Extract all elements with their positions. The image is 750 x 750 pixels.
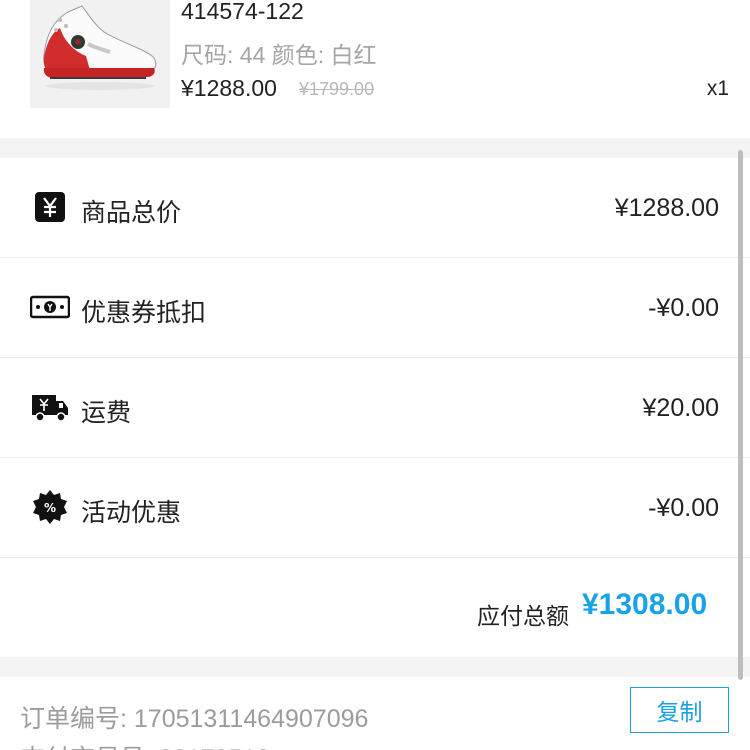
svg-text:%: % — [44, 501, 56, 515]
summary-row-shipping: 运费 ¥20.00 — [0, 358, 750, 458]
product-quantity: x1 — [706, 77, 729, 100]
summary-row-coupon: 优惠券抵扣 -¥0.00 — [0, 258, 750, 358]
coupon-icon — [30, 295, 70, 319]
scrollbar[interactable] — [738, 150, 743, 680]
product-original-price: ¥1799.00 — [299, 79, 375, 99]
transaction-number: 支付交易号: 20170513 — [20, 739, 270, 750]
yen-icon — [35, 192, 65, 222]
product-price: ¥1288.00 — [181, 75, 277, 101]
payable-total-label: 应付总额 — [477, 603, 569, 629]
summary-value: ¥20.00 — [642, 394, 719, 422]
summary-label: 运费 — [81, 399, 132, 427]
order-number: 订单编号: 17051311464907096 — [20, 705, 369, 733]
summary-value: ¥1288.00 — [614, 194, 719, 222]
copy-button[interactable]: 复制 — [630, 687, 729, 733]
discount-badge-icon: % — [33, 490, 67, 524]
summary-value: -¥0.00 — [648, 494, 719, 522]
product-spec: 尺码: 44 颜色: 白红 — [181, 42, 377, 68]
product-image — [30, 0, 170, 108]
delivery-truck-icon — [32, 395, 68, 422]
payable-total-value: ¥1308.00 — [582, 588, 708, 621]
summary-value: -¥0.00 — [648, 294, 719, 322]
price-summary: 商品总价 ¥1288.00 优惠券抵扣 -¥0.00 运费 ¥20.00 % 活… — [0, 158, 750, 657]
summary-label: 活动优惠 — [81, 499, 182, 527]
summary-label: 优惠券抵扣 — [81, 299, 207, 327]
product-card[interactable]: 414574-122 尺码: 44 颜色: 白红 ¥1288.00 ¥1799.… — [0, 0, 750, 138]
sneaker-image — [30, 0, 170, 108]
summary-row-promotion: % 活动优惠 -¥0.00 — [0, 458, 750, 558]
product-sku: 414574-122 — [181, 0, 304, 24]
summary-row-goods-total: 商品总价 ¥1288.00 — [0, 158, 750, 258]
order-info: 订单编号: 17051311464907096 复制 支付交易号: 201705… — [0, 677, 750, 750]
summary-label: 商品总价 — [81, 199, 182, 227]
payable-total: 应付总额 ¥1308.00 — [0, 558, 750, 657]
